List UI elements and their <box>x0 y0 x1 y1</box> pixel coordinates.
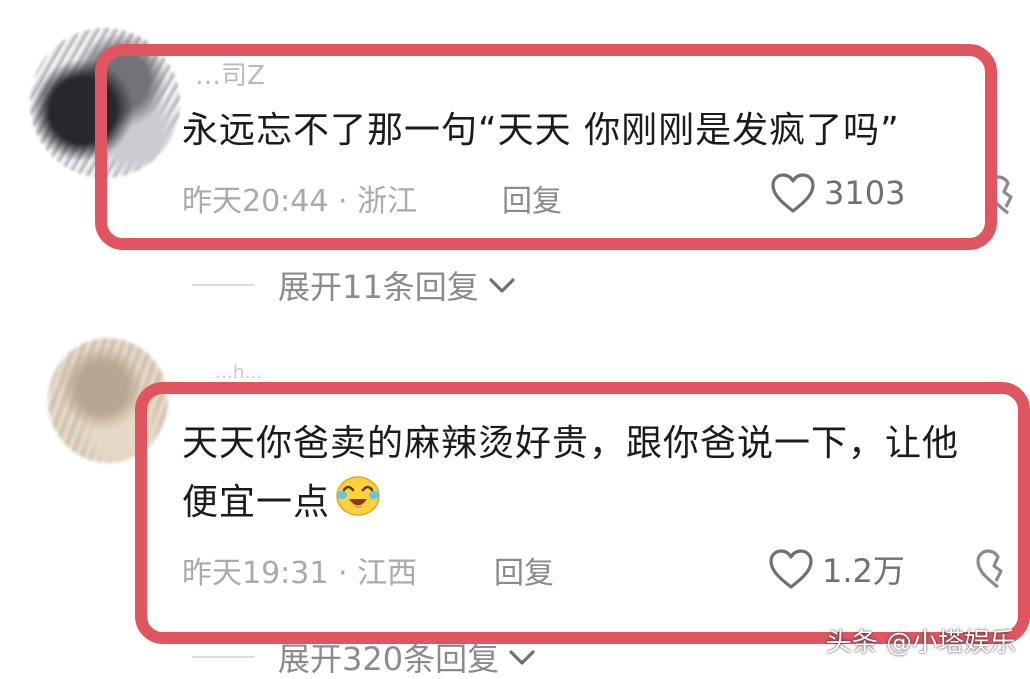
broken-heart-icon[interactable] <box>975 548 1021 594</box>
username[interactable]: …司Z <box>195 55 265 92</box>
expand-replies[interactable]: 展开11条回复 <box>192 262 517 308</box>
comment-text: 天天你爸卖的麻辣烫好贵，跟你爸说一下，让他 便宜一点 <box>182 415 959 535</box>
comment-list: …司Z 永远忘不了那一句“天天 你刚刚是发疯了吗” 昨天20:44 · 浙江 回… <box>0 0 1030 679</box>
divider <box>192 656 254 658</box>
like-count: 3103 <box>824 174 906 212</box>
expand-replies[interactable]: 展开320条回复 <box>192 634 537 679</box>
reply-button[interactable]: 回复 <box>502 176 562 220</box>
avatar[interactable] <box>30 28 180 178</box>
comment-line: 天天你爸卖的麻辣烫好贵，跟你爸说一下，让他 <box>182 423 960 464</box>
comment-text: 永远忘不了那一句“天天 你刚刚是发疯了吗” <box>182 102 900 160</box>
heart-outline-icon <box>770 172 816 214</box>
chevron-down-icon <box>487 266 517 304</box>
avatar[interactable] <box>48 338 168 463</box>
divider <box>192 284 254 286</box>
like-count: 1.2万 <box>822 552 905 590</box>
comment-time-location: 昨天19:31 · 江西 <box>182 556 418 591</box>
username[interactable]: …h… <box>215 362 262 383</box>
reply-button[interactable]: 回复 <box>494 548 554 592</box>
heart-outline-icon <box>768 548 814 590</box>
chevron-down-icon <box>507 638 537 676</box>
broken-heart-icon[interactable] <box>985 174 1030 220</box>
laughing-crying-emoji-icon <box>334 473 382 535</box>
comment-line: 便宜一点 <box>182 482 331 523</box>
expand-replies-label: 展开320条回复 <box>278 640 500 678</box>
comment-line-wrap: 便宜一点 <box>182 473 959 535</box>
watermark: 头条 @小塔娱乐 <box>825 628 1016 658</box>
like-button[interactable]: 1.2万 <box>768 546 905 592</box>
comment-time-location: 昨天20:44 · 浙江 <box>182 184 418 219</box>
comment-line: 永远忘不了那一句“天天 你刚刚是发疯了吗” <box>182 110 900 151</box>
like-button[interactable]: 3103 <box>770 172 905 214</box>
expand-replies-label: 展开11条回复 <box>278 268 479 306</box>
